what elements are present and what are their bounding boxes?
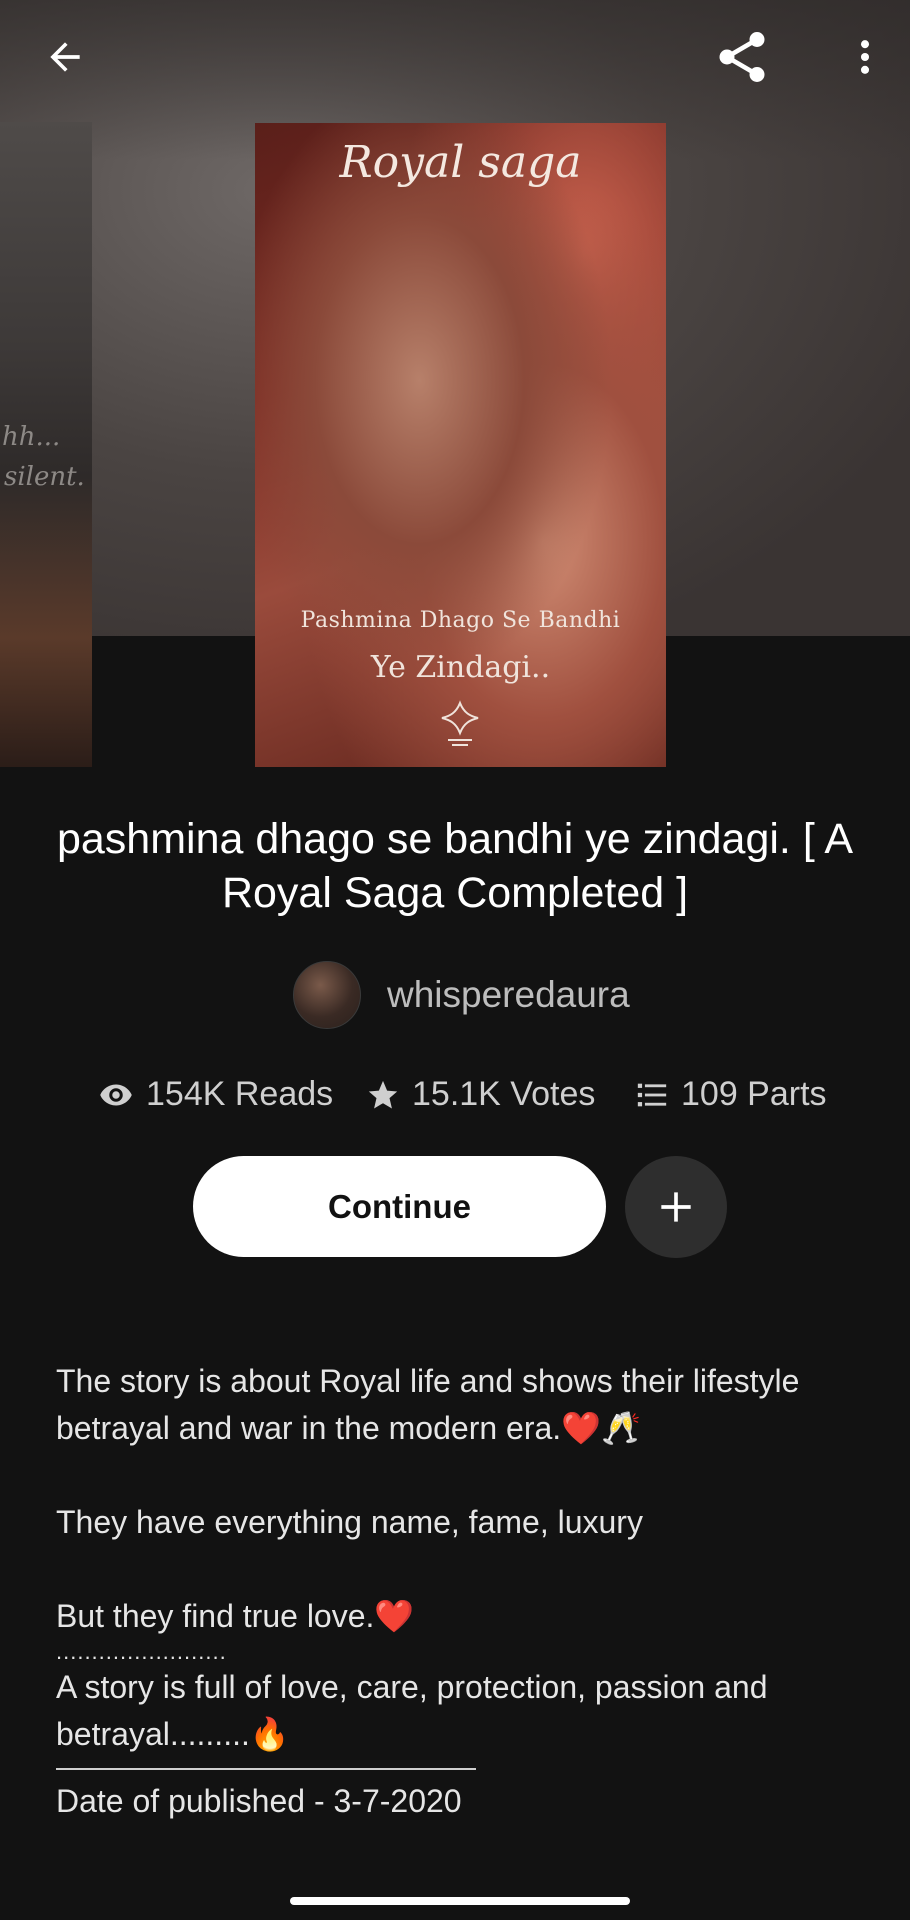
description-line: But they find true love. xyxy=(56,1598,375,1634)
description-line: A story is full of love, care, protectio… xyxy=(56,1669,768,1752)
more-vertical-icon xyxy=(860,40,870,74)
list-icon xyxy=(637,1083,667,1106)
heart-champagne-emoji: ❤️🥂 xyxy=(561,1410,641,1446)
description-line: The story is about Royal life and shows … xyxy=(56,1363,800,1446)
star-icon xyxy=(368,1080,398,1108)
reads-count: 154K Reads xyxy=(146,1075,334,1113)
ornament-icon xyxy=(441,700,479,746)
fire-emoji: 🔥 xyxy=(249,1716,290,1752)
author-row[interactable]: whisperedaura xyxy=(293,960,630,1030)
add-to-library-button[interactable] xyxy=(625,1156,727,1258)
more-options-button[interactable] xyxy=(830,22,900,92)
previous-cover-text: silent. xyxy=(4,462,85,492)
cover-subtitle: Pashmina Dhago Se Bandhi xyxy=(300,608,621,633)
story-cover[interactable]: Royal saga Pashmina Dhago Se Bandhi Ye Z… xyxy=(255,123,666,767)
previous-cover-text: hh... xyxy=(2,422,61,452)
avatar[interactable] xyxy=(293,961,361,1029)
divider xyxy=(56,1768,476,1770)
previous-cover[interactable]: hh... silent. xyxy=(0,122,92,767)
continue-button[interactable]: Continue xyxy=(193,1156,606,1257)
top-bar xyxy=(0,0,910,115)
description-line: They have everything name, fame, luxury xyxy=(56,1504,643,1540)
story-stats: 154K Reads 15.1K Votes 109 Parts xyxy=(0,1075,910,1121)
story-title: pashmina dhago se bandhi ye zindagi. [ A… xyxy=(56,815,854,917)
votes-stat: 15.1K Votes xyxy=(366,1075,595,1114)
parts-count[interactable]: 109 Parts xyxy=(681,1075,827,1114)
share-button[interactable] xyxy=(707,22,777,92)
votes-count: 15.1K Votes xyxy=(412,1075,596,1113)
parts-stat[interactable]: 109 Parts xyxy=(635,1075,827,1114)
heart-emoji: ❤️ xyxy=(374,1598,415,1634)
cover-subtitle-2: Ye Zindagi.. xyxy=(370,650,551,685)
publish-date: Date of published - 3-7-2020 xyxy=(56,1783,462,1819)
home-indicator[interactable] xyxy=(290,1897,630,1905)
back-button[interactable] xyxy=(30,22,100,92)
story-description: The story is about Royal life and shows … xyxy=(56,1358,870,1825)
reads-stat: 154K Reads xyxy=(98,1075,333,1114)
arrow-left-icon xyxy=(50,42,80,72)
author-name[interactable]: whisperedaura xyxy=(387,974,630,1016)
eye-icon xyxy=(100,1084,132,1105)
plus-icon xyxy=(661,1192,691,1222)
cover-title: Royal saga xyxy=(339,137,582,188)
share-icon xyxy=(719,32,765,82)
description-dots: ........................ xyxy=(56,1639,227,1664)
